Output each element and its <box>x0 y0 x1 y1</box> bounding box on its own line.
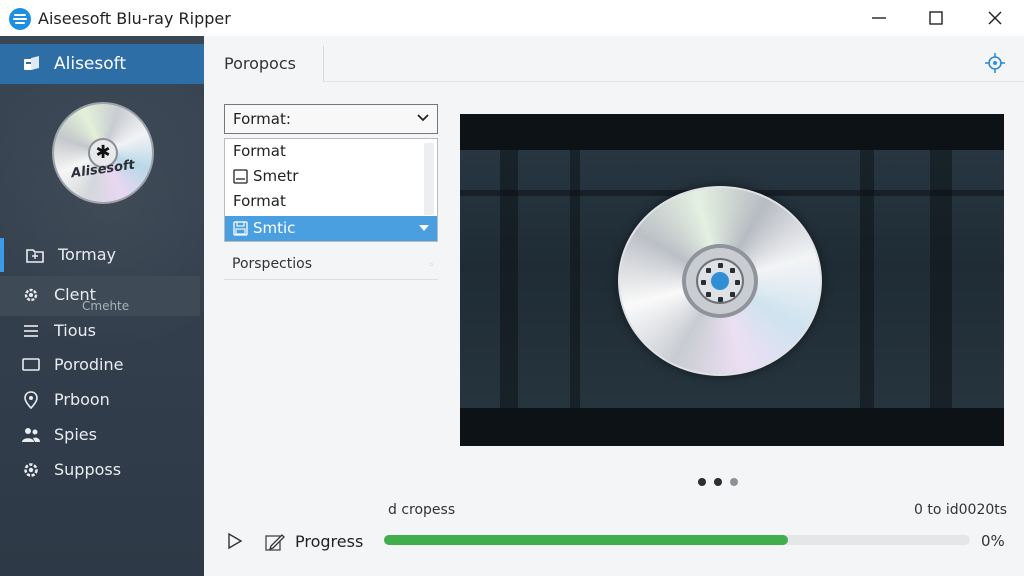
users-icon <box>22 428 40 442</box>
disc-ring <box>682 244 758 318</box>
maximize-button[interactable] <box>907 0 965 36</box>
list-icon <box>24 325 38 337</box>
scene-beam <box>860 150 874 408</box>
disc-notch <box>718 263 723 268</box>
perspective-label: Porspectios <box>232 256 312 272</box>
sidebar-brand[interactable]: Alisesoft <box>0 44 204 84</box>
disc-logo: ✱ Alisesoft <box>52 102 154 204</box>
dropdown-option-label: Smetr <box>253 167 299 185</box>
location-icon <box>24 391 38 409</box>
progress-percent: 0% <box>981 532 1005 550</box>
disc-inner-ring <box>696 258 744 304</box>
tab-divider <box>324 81 1024 82</box>
sidebar: Alisesoft ✱ Alisesoft Tormay Clent Cmeht… <box>0 36 204 576</box>
sidebar-item-label: Tormay <box>58 245 116 264</box>
sidebar-item-label: Prboon <box>54 390 110 409</box>
dropdown-option[interactable]: Format <box>225 139 423 164</box>
status-text-right: 0 to id0020ts <box>914 502 1008 518</box>
disc-notch <box>730 268 735 273</box>
pager-dot[interactable] <box>730 478 738 486</box>
pager-dot[interactable] <box>714 478 722 486</box>
disc-notch <box>706 268 711 273</box>
dropdown-option[interactable]: Smetr <box>225 164 423 189</box>
disc-notch <box>701 280 706 285</box>
sidebar-item-spies[interactable]: Spies <box>0 418 204 452</box>
perspective-indicator-icon: ◦ <box>428 260 434 271</box>
format-dropdown-list: Format Smetr Format Smtic <box>224 138 438 242</box>
crosshair-gear-icon[interactable] <box>984 52 1006 74</box>
sidebar-item-supposs[interactable]: Supposs <box>0 453 204 487</box>
sidebar-item-label: Supposs <box>54 460 122 479</box>
scene-beam <box>930 150 952 408</box>
format-select-value: Format: <box>233 110 291 128</box>
main-panel: Poropocs Format: Format Smetr Format Smt… <box>204 36 1024 576</box>
sidebar-item-clent[interactable]: Clent Cmehte <box>0 276 200 316</box>
title-bar: Aiseesoft Blu-ray Ripper <box>0 0 1024 36</box>
sidebar-item-tious[interactable]: Tious <box>0 314 204 348</box>
disc-notch <box>735 280 740 285</box>
video-preview[interactable] <box>460 114 1004 446</box>
minus-box-icon <box>233 169 248 184</box>
sidebar-item-tormay[interactable]: Tormay <box>0 238 204 272</box>
format-select[interactable]: Format: <box>224 104 438 134</box>
edit-icon[interactable] <box>264 530 286 552</box>
disc-notch <box>706 292 711 297</box>
dropdown-option-label: Format <box>233 192 286 210</box>
sidebar-item-prboon[interactable]: Prboon <box>0 383 204 417</box>
play-icon[interactable] <box>226 532 244 550</box>
brand-icon <box>24 56 39 70</box>
progress-label: Progress <box>295 532 364 551</box>
blu-ray-disc-image <box>618 186 822 376</box>
screen-icon <box>22 358 40 371</box>
perspective-row[interactable]: Porspectios ◦ <box>224 250 438 280</box>
dropdown-option-selected[interactable]: Smtic <box>225 216 437 241</box>
aiseesoft-logo-icon <box>9 8 31 30</box>
save-icon <box>233 221 248 236</box>
asterisk-icon: ✱ <box>95 142 111 163</box>
chevron-down-icon <box>417 114 429 122</box>
dropdown-option-label: Smtic <box>253 219 296 237</box>
minimize-button[interactable] <box>850 0 908 36</box>
disc-center <box>711 272 729 290</box>
close-button[interactable] <box>966 0 1024 36</box>
pager-dot[interactable] <box>698 478 706 486</box>
close-icon <box>988 11 1002 25</box>
dropdown-scrollbar[interactable] <box>424 143 434 215</box>
scene-beam <box>500 150 518 408</box>
tab-poropocs[interactable]: Poropocs <box>212 46 324 82</box>
disc-notch <box>730 292 735 297</box>
dropdown-option[interactable]: Format <box>225 189 423 214</box>
caret-down-icon <box>419 225 429 231</box>
status-text-left: d cropess <box>388 502 456 518</box>
brand-label: Alisesoft <box>54 54 127 74</box>
sidebar-item-sublabel: Cmehte <box>82 299 130 313</box>
preview-pager <box>698 478 738 486</box>
sidebar-item-label: Porodine <box>54 355 124 374</box>
scene-beam <box>570 150 580 408</box>
progress-bar <box>384 535 970 545</box>
dropdown-option-label: Format <box>233 142 286 160</box>
minimize-icon <box>872 17 886 19</box>
folder-icon <box>26 249 44 263</box>
sidebar-item-label: Spies <box>54 425 97 444</box>
sidebar-item-label: Tious <box>54 321 96 340</box>
gear-icon <box>24 288 38 302</box>
window-title: Aiseesoft Blu-ray Ripper <box>38 9 231 28</box>
cog-icon <box>24 463 38 477</box>
sidebar-item-porodine[interactable]: Porodine <box>0 348 204 382</box>
disc-notch <box>718 297 723 302</box>
maximize-icon <box>929 11 943 25</box>
progress-fill <box>384 535 789 545</box>
